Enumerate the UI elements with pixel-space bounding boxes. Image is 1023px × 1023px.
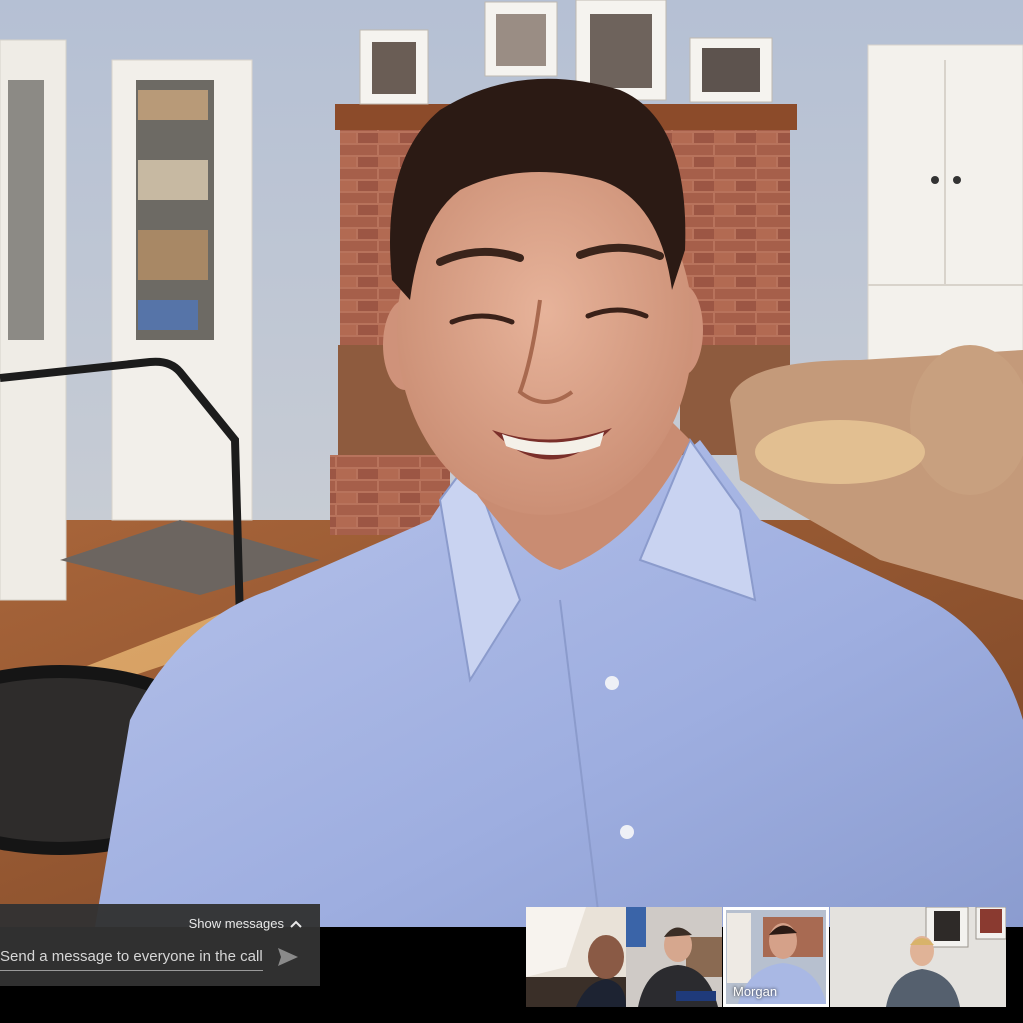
participant-strip: Morgan xyxy=(526,907,1006,1007)
participant-video xyxy=(526,907,626,1007)
chat-message-input[interactable] xyxy=(0,942,263,971)
participant-thumbnail[interactable] xyxy=(830,907,1006,1007)
participant-thumbnail[interactable] xyxy=(526,907,626,1007)
show-messages-toggle[interactable]: Show messages xyxy=(189,916,302,931)
send-icon[interactable] xyxy=(276,946,300,968)
chat-panel: Show messages xyxy=(0,904,320,986)
main-video-feed xyxy=(0,0,1023,927)
participant-video xyxy=(626,907,722,1007)
participant-name: Morgan xyxy=(733,984,778,999)
chevron-up-icon xyxy=(290,920,302,928)
show-messages-label: Show messages xyxy=(188,916,284,931)
participant-video xyxy=(830,907,1006,1007)
participant-thumbnail[interactable] xyxy=(626,907,722,1007)
main-video-scene xyxy=(0,0,1023,927)
participant-thumbnail-active[interactable]: Morgan xyxy=(723,907,829,1007)
